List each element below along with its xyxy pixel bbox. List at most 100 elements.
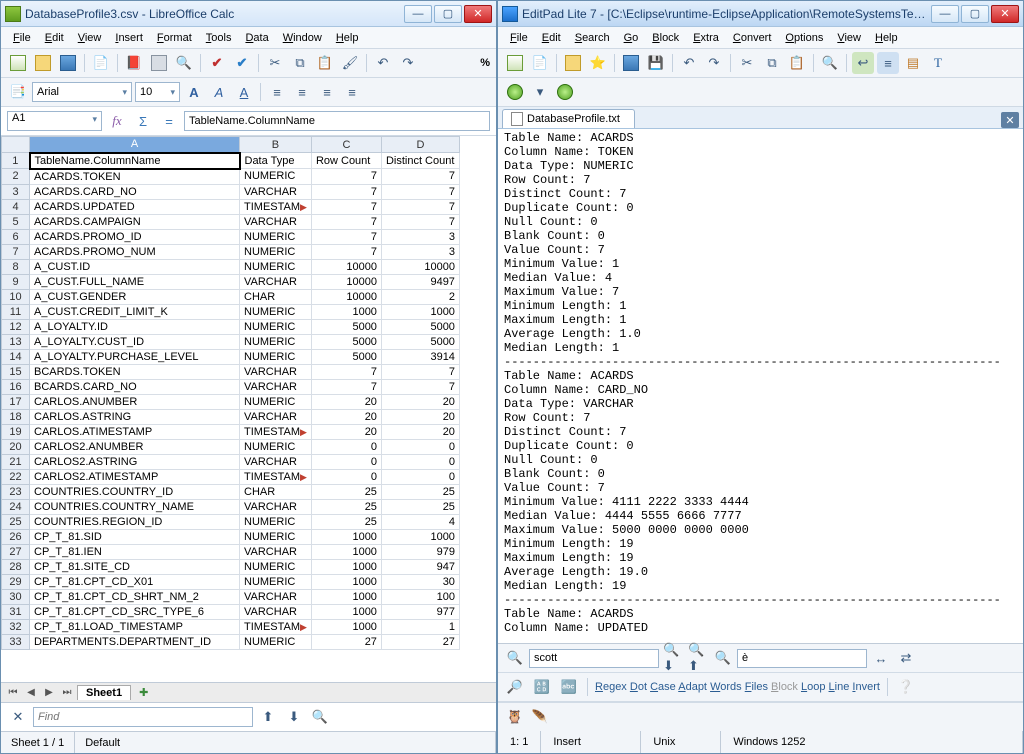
- cell[interactable]: 7: [381, 214, 459, 229]
- cell[interactable]: NUMERIC: [240, 319, 312, 334]
- cut-button[interactable]: ✂: [264, 52, 286, 74]
- cell[interactable]: 979: [381, 544, 459, 559]
- bold-button[interactable]: A: [183, 81, 205, 103]
- sheet-nav-prev[interactable]: ◀: [23, 685, 39, 701]
- browser-go-button[interactable]: [554, 81, 576, 103]
- menu-format[interactable]: Format: [151, 30, 198, 46]
- status-mode[interactable]: Insert: [541, 731, 641, 753]
- cell[interactable]: CP_T_81.LOAD_TIMESTAMP: [30, 619, 240, 634]
- cell[interactable]: CHAR: [240, 484, 312, 499]
- sheet-nav-next[interactable]: ▶: [41, 685, 57, 701]
- print-preview-button[interactable]: 🔍: [173, 52, 195, 74]
- cell[interactable]: 7: [381, 184, 459, 199]
- cell[interactable]: 3914: [381, 349, 459, 364]
- help-button[interactable]: ❔: [895, 676, 917, 698]
- search-next-button[interactable]: 🔍⬇: [662, 647, 684, 669]
- open-button[interactable]: [562, 52, 584, 74]
- cell[interactable]: VARCHAR: [240, 274, 312, 289]
- cell[interactable]: NUMERIC: [240, 529, 312, 544]
- replace-input[interactable]: [737, 649, 867, 668]
- styles-button[interactable]: 📑: [7, 81, 29, 103]
- owl-icon[interactable]: 🦉: [504, 706, 526, 728]
- cell[interactable]: 7: [311, 364, 381, 379]
- cell[interactable]: NUMERIC: [240, 259, 312, 274]
- cell[interactable]: NUMERIC: [240, 169, 312, 185]
- cell[interactable]: 10000: [381, 259, 459, 274]
- cell[interactable]: 3: [381, 229, 459, 244]
- cell[interactable]: 947: [381, 559, 459, 574]
- new-from-button[interactable]: 📄: [529, 52, 551, 74]
- cell[interactable]: TIMESTAM▶: [240, 199, 312, 214]
- cell[interactable]: 1000: [311, 544, 381, 559]
- formula-button[interactable]: =: [158, 110, 180, 132]
- cell[interactable]: VARCHAR: [240, 454, 312, 469]
- cell[interactable]: 7: [381, 169, 459, 185]
- cell[interactable]: CP_T_81.SITE_CD: [30, 559, 240, 574]
- search-opt-line[interactable]: Line: [829, 681, 850, 693]
- cell[interactable]: 1000: [311, 574, 381, 589]
- search-opt-loop[interactable]: Loop: [801, 681, 825, 693]
- search-opt-files[interactable]: Files: [745, 681, 768, 693]
- undo-button[interactable]: ↶: [678, 52, 700, 74]
- cell[interactable]: 25: [311, 499, 381, 514]
- redo-button[interactable]: ↷: [703, 52, 725, 74]
- cell[interactable]: 977: [381, 604, 459, 619]
- align-left-button[interactable]: ≡: [266, 81, 288, 103]
- editpad-titlebar[interactable]: EditPad Lite 7 - [C:\Eclipse\runtime-Ecl…: [498, 1, 1023, 27]
- menu-options[interactable]: Options: [779, 30, 829, 46]
- close-button[interactable]: ✕: [464, 5, 492, 23]
- menu-view[interactable]: View: [831, 30, 867, 46]
- cell[interactable]: CARLOS.ATIMESTAMP: [30, 424, 240, 439]
- menu-block[interactable]: Block: [646, 30, 685, 46]
- cell[interactable]: NUMERIC: [240, 304, 312, 319]
- cell[interactable]: A_LOYALTY.PURCHASE_LEVEL: [30, 349, 240, 364]
- paste-button[interactable]: 📋: [314, 52, 336, 74]
- cell-reference-input[interactable]: A1: [7, 111, 102, 131]
- export-pdf-button[interactable]: 📕: [123, 52, 145, 74]
- font-button[interactable]: T: [927, 52, 949, 74]
- opt-icon-2[interactable]: 🔠: [531, 676, 553, 698]
- cell[interactable]: A_CUST.FULL_NAME: [30, 274, 240, 289]
- cell[interactable]: NUMERIC: [240, 574, 312, 589]
- search-opt-invert[interactable]: Invert: [852, 681, 880, 693]
- highlights-button[interactable]: ▤: [902, 52, 924, 74]
- spreadsheet-grid[interactable]: ABCD1TableName.ColumnNameData TypeRow Co…: [1, 136, 496, 682]
- close-find-button[interactable]: ✕: [7, 706, 29, 728]
- cell[interactable]: 0: [311, 469, 381, 484]
- cell[interactable]: NUMERIC: [240, 439, 312, 454]
- cell[interactable]: A_CUST.CREDIT_LIMIT_K: [30, 304, 240, 319]
- menu-view[interactable]: View: [72, 30, 108, 46]
- cell[interactable]: VARCHAR: [240, 409, 312, 424]
- menu-data[interactable]: Data: [239, 30, 274, 46]
- sheet-tab-1[interactable]: Sheet1: [77, 685, 131, 700]
- search-opt-words[interactable]: Words: [710, 681, 742, 693]
- cell[interactable]: TIMESTAM▶: [240, 469, 312, 484]
- cell[interactable]: BCARDS.TOKEN: [30, 364, 240, 379]
- search-highlight-button[interactable]: 🔍: [712, 647, 734, 669]
- replace-button[interactable]: ↔: [870, 647, 892, 669]
- cell[interactable]: DEPARTMENTS.DEPARTMENT_ID: [30, 634, 240, 649]
- cell[interactable]: Row Count: [311, 153, 381, 169]
- cell[interactable]: 3: [381, 244, 459, 259]
- format-paintbrush-button[interactable]: 🖌: [339, 52, 361, 74]
- cell[interactable]: 7: [311, 184, 381, 199]
- print-button[interactable]: [148, 52, 170, 74]
- cell[interactable]: CARLOS2.ASTRING: [30, 454, 240, 469]
- cell[interactable]: VARCHAR: [240, 604, 312, 619]
- auto-spellcheck-button[interactable]: ✔: [231, 52, 253, 74]
- cell[interactable]: TIMESTAM▶: [240, 424, 312, 439]
- new-button[interactable]: [504, 52, 526, 74]
- favorites-button[interactable]: ⭐: [587, 52, 609, 74]
- cell[interactable]: 5000: [381, 334, 459, 349]
- close-button[interactable]: ✕: [991, 5, 1019, 23]
- cell[interactable]: CP_T_81.CPT_CD_SHRT_NM_2: [30, 589, 240, 604]
- function-wizard-button[interactable]: fx: [106, 110, 128, 132]
- align-right-button[interactable]: ≡: [316, 81, 338, 103]
- cell[interactable]: 1000: [311, 619, 381, 634]
- cell[interactable]: CARLOS.ASTRING: [30, 409, 240, 424]
- search-opt-dot[interactable]: Dot: [630, 681, 647, 693]
- cell[interactable]: 0: [381, 439, 459, 454]
- cell[interactable]: ACARDS.TOKEN: [30, 169, 240, 185]
- cell[interactable]: TableName.ColumnName: [30, 153, 240, 169]
- cell[interactable]: 7: [311, 244, 381, 259]
